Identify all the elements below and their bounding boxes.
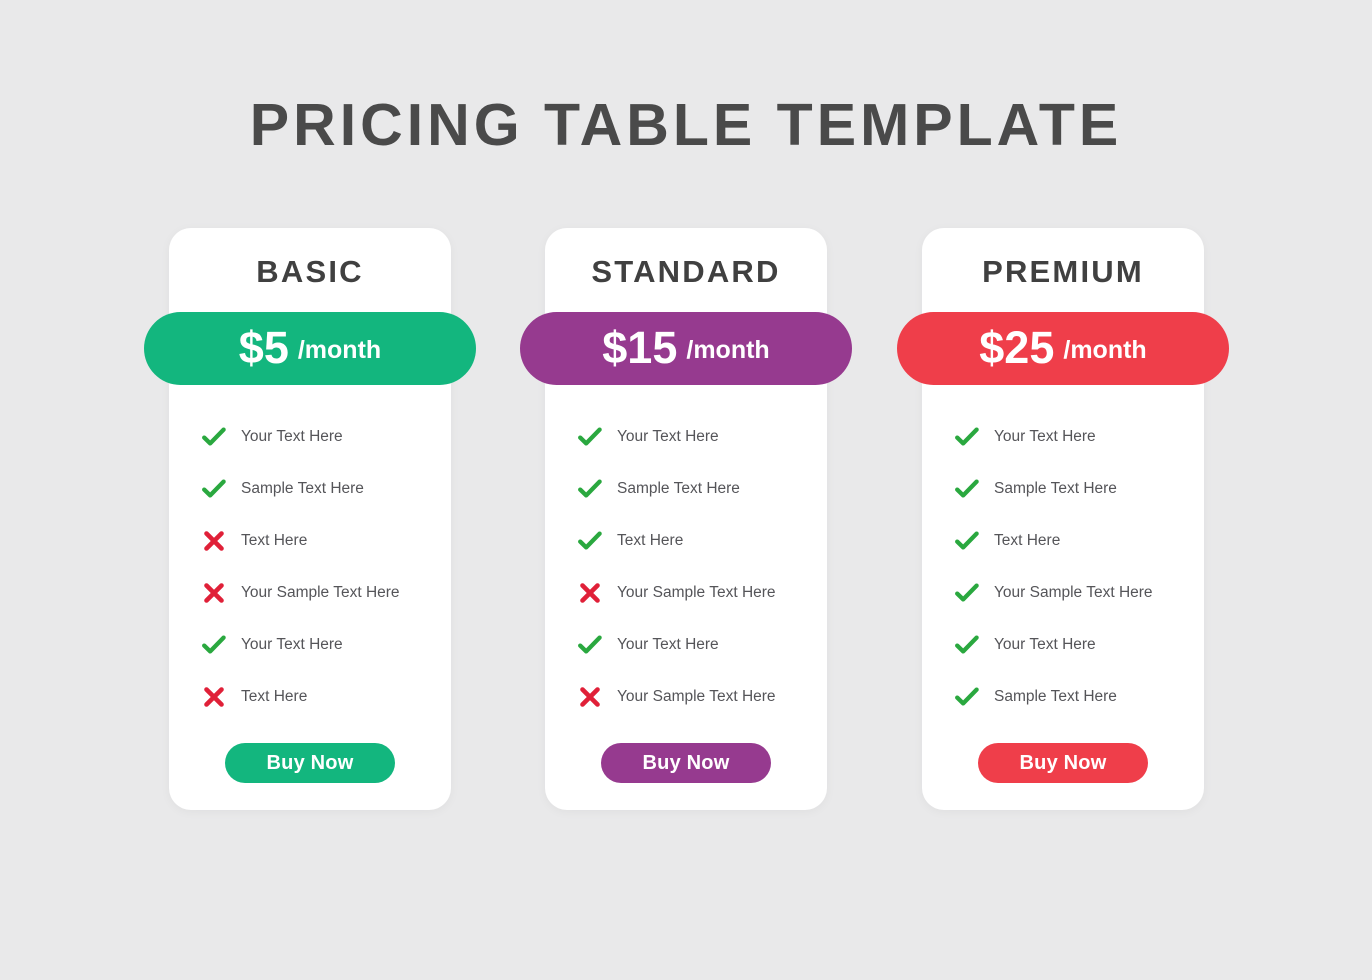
feature-item: Sample Text Here — [922, 463, 1204, 515]
feature-label: Sample Text Here — [617, 479, 740, 497]
cross-icon — [201, 528, 227, 554]
price-banner: $15 /month — [520, 312, 852, 385]
feature-item: Text Here — [545, 515, 827, 567]
check-icon — [954, 684, 980, 710]
price-period: /month — [297, 335, 382, 364]
feature-label: Text Here — [241, 531, 308, 549]
feature-label: Sample Text Here — [994, 687, 1117, 705]
feature-label: Sample Text Here — [994, 479, 1117, 497]
check-icon — [954, 580, 980, 606]
feature-label: Your Text Here — [617, 635, 719, 653]
feature-item: Sample Text Here — [169, 463, 451, 515]
feature-item: Text Here — [169, 671, 451, 723]
pricing-card-standard[interactable]: STANDARD $15 /month Your Text Here Sampl… — [520, 228, 852, 810]
feature-label: Your Sample Text Here — [241, 583, 400, 601]
plan-name: STANDARD — [591, 254, 781, 289]
check-icon — [201, 632, 227, 658]
feature-item: Your Text Here — [169, 411, 451, 463]
feature-item: Your Text Here — [169, 619, 451, 671]
feature-list: Your Text Here Sample Text Here Text Her… — [545, 411, 827, 723]
pricing-cards-row: BASIC $5 /month Your Text Here Sample Te… — [144, 228, 1229, 810]
feature-label: Sample Text Here — [241, 479, 364, 497]
check-icon — [954, 476, 980, 502]
check-icon — [577, 476, 603, 502]
plan-name: PREMIUM — [982, 254, 1144, 289]
cross-icon — [201, 684, 227, 710]
feature-label: Your Text Here — [241, 427, 343, 445]
buy-now-button[interactable]: Buy Now — [601, 743, 771, 783]
feature-label: Your Text Here — [617, 427, 719, 445]
feature-list: Your Text Here Sample Text Here Text Her… — [169, 411, 451, 723]
feature-label: Text Here — [241, 687, 308, 705]
price-period: /month — [1063, 335, 1147, 364]
page-title: PRICING TABLE TEMPLATE — [249, 92, 1123, 158]
feature-list: Your Text Here Sample Text Here Text Her… — [922, 411, 1204, 723]
feature-item: Your Text Here — [545, 411, 827, 463]
feature-label: Your Sample Text Here — [994, 583, 1153, 601]
check-icon — [577, 424, 603, 450]
price-amount: $5 — [238, 321, 289, 373]
buy-now-button[interactable]: Buy Now — [978, 743, 1148, 783]
pricing-card-premium[interactable]: PREMIUM $25 /month Your Text Here Sample… — [897, 228, 1229, 810]
feature-label: Your Sample Text Here — [617, 687, 776, 705]
feature-item: Text Here — [169, 515, 451, 567]
feature-item: Text Here — [922, 515, 1204, 567]
feature-item: Your Sample Text Here — [545, 671, 827, 723]
check-icon — [201, 424, 227, 450]
feature-item: Your Text Here — [922, 411, 1204, 463]
cross-icon — [577, 580, 603, 606]
feature-label: Your Text Here — [994, 635, 1096, 653]
feature-item: Your Text Here — [545, 619, 827, 671]
feature-label: Your Sample Text Here — [617, 583, 776, 601]
plan-name: BASIC — [256, 254, 364, 289]
price-amount: $15 — [602, 321, 678, 373]
check-icon — [954, 424, 980, 450]
feature-item: Your Sample Text Here — [922, 567, 1204, 619]
feature-item: Your Sample Text Here — [545, 567, 827, 619]
price-banner: $25 /month — [897, 312, 1229, 385]
feature-label: Text Here — [994, 531, 1061, 549]
feature-label: Your Text Here — [241, 635, 343, 653]
feature-item: Sample Text Here — [545, 463, 827, 515]
check-icon — [577, 632, 603, 658]
check-icon — [577, 528, 603, 554]
check-icon — [954, 632, 980, 658]
feature-item: Your Sample Text Here — [169, 567, 451, 619]
feature-label: Text Here — [617, 531, 684, 549]
buy-now-button[interactable]: Buy Now — [225, 743, 395, 783]
price-amount: $25 — [979, 321, 1055, 373]
cross-icon — [577, 684, 603, 710]
feature-label: Your Text Here — [994, 427, 1096, 445]
feature-item: Sample Text Here — [922, 671, 1204, 723]
pricing-page: PRICING TABLE TEMPLATE BASIC $5 /month Y… — [0, 0, 1372, 980]
pricing-card-basic[interactable]: BASIC $5 /month Your Text Here Sample Te… — [144, 228, 476, 810]
price-period: /month — [686, 335, 770, 364]
check-icon — [954, 528, 980, 554]
feature-item: Your Text Here — [922, 619, 1204, 671]
check-icon — [201, 476, 227, 502]
price-banner: $5 /month — [144, 312, 476, 385]
cross-icon — [201, 580, 227, 606]
